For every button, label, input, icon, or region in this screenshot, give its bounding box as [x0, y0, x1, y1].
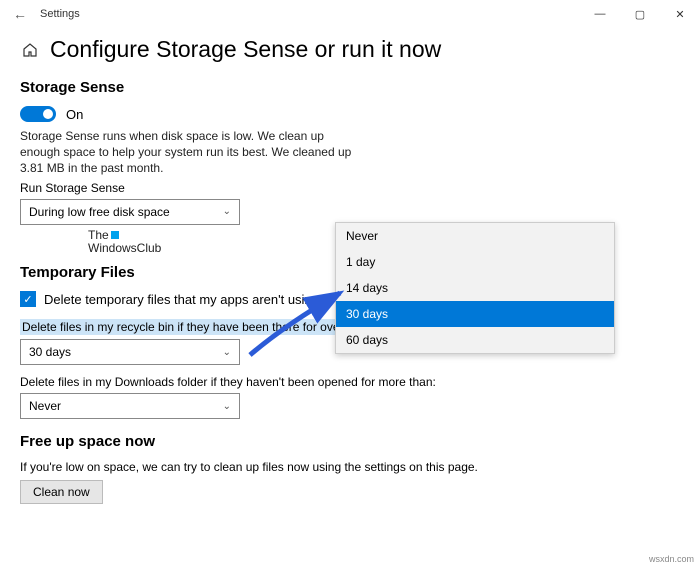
storage-sense-description: Storage Sense runs when disk space is lo…: [20, 128, 360, 177]
dropdown-popup: Never 1 day 14 days 30 days 60 days: [335, 222, 615, 354]
site-credit: wsxdn.com: [649, 554, 694, 564]
maximize-button[interactable]: ▢: [620, 0, 660, 28]
downloads-combo[interactable]: Never ⌄: [20, 393, 240, 419]
downloads-label: Delete files in my Downloads folder if t…: [20, 375, 680, 389]
run-storage-sense-combo[interactable]: During low free disk space ⌄: [20, 199, 240, 225]
logo-square-icon: [111, 231, 119, 239]
title-bar: ← Settings — ▢ ✕: [0, 0, 700, 28]
storage-sense-toggle[interactable]: [20, 106, 56, 122]
back-arrow-icon[interactable]: ←: [8, 2, 32, 26]
storage-sense-toggle-row: On: [20, 106, 680, 122]
minimize-button[interactable]: —: [580, 0, 620, 28]
dropdown-option-60days[interactable]: 60 days: [336, 327, 614, 353]
delete-temp-checkbox[interactable]: ✓: [20, 291, 36, 307]
close-button[interactable]: ✕: [660, 0, 700, 28]
run-storage-sense-label: Run Storage Sense: [20, 181, 680, 195]
dropdown-option-14days[interactable]: 14 days: [336, 275, 614, 301]
page-title: Configure Storage Sense or run it now: [50, 36, 441, 63]
dropdown-option-never[interactable]: Never: [336, 223, 614, 249]
storage-sense-heading: Storage Sense: [20, 79, 680, 96]
clean-now-button[interactable]: Clean now: [20, 480, 103, 504]
chevron-down-icon: ⌄: [223, 206, 231, 217]
recycle-bin-combo[interactable]: 30 days ⌄: [20, 339, 240, 365]
toggle-label: On: [66, 107, 83, 122]
combo-value: 30 days: [29, 345, 71, 359]
dropdown-option-30days[interactable]: 30 days: [336, 301, 614, 327]
chevron-down-icon: ⌄: [223, 347, 231, 358]
dropdown-option-1day[interactable]: 1 day: [336, 249, 614, 275]
chevron-down-icon: ⌄: [223, 401, 231, 412]
delete-temp-label: Delete temporary files that my apps aren…: [44, 292, 319, 307]
free-up-space-desc: If you're low on space, we can try to cl…: [20, 460, 680, 474]
app-title: Settings: [32, 8, 80, 20]
home-icon[interactable]: [20, 40, 40, 60]
window-controls: — ▢ ✕: [580, 0, 700, 28]
free-up-space-heading: Free up space now: [20, 433, 680, 450]
combo-value: Never: [29, 399, 61, 413]
page-header: Configure Storage Sense or run it now: [20, 36, 680, 63]
combo-value: During low free disk space: [29, 205, 170, 219]
